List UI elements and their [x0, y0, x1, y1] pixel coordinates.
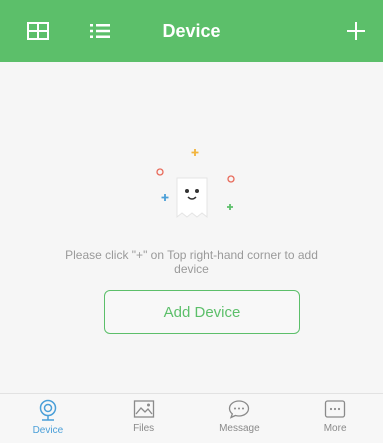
empty-state-message: Please click "+" on Top right-hand corne… [65, 248, 318, 276]
tab-more-label: More [323, 423, 347, 434]
tab-device-label: Device [32, 425, 64, 436]
page-title: Device [162, 20, 221, 41]
grid-view-button[interactable] [22, 0, 54, 62]
tab-more[interactable]: More [287, 394, 383, 443]
tab-files[interactable]: Files [96, 394, 192, 443]
tab-device[interactable]: Device [0, 394, 96, 443]
empty-device-illustration [156, 149, 235, 219]
grid-view-icon [27, 22, 49, 40]
tab-message-label: Message [219, 423, 260, 434]
top-bar: Device [0, 0, 383, 62]
list-view-button[interactable] [84, 0, 116, 62]
add-device-top-button[interactable] [340, 0, 372, 62]
bottom-tab-bar: Device Files Message More [0, 393, 383, 443]
device-list-area: Please click "+" on Top right-hand corne… [0, 62, 383, 393]
plus-icon [347, 22, 365, 40]
tab-message[interactable]: Message [192, 394, 288, 443]
add-device-button[interactable]: Add Device [104, 290, 300, 334]
tab-files-label: Files [133, 423, 155, 434]
more-icon [324, 400, 346, 418]
image-icon [133, 400, 154, 418]
chat-icon [229, 400, 250, 419]
camera-icon [39, 399, 57, 421]
list-view-icon [90, 24, 110, 38]
